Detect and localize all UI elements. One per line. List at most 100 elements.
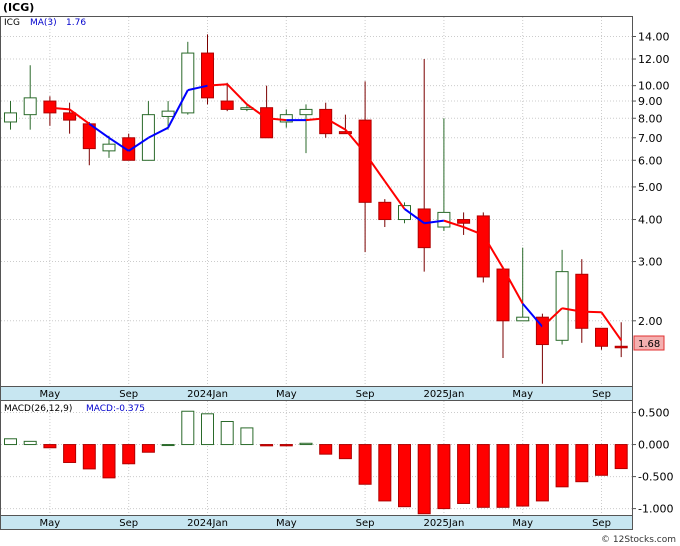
price-xtick-label: 2024Jan (187, 389, 228, 400)
macd-bar (161, 444, 175, 447)
candle-body (43, 100, 57, 114)
price-ytick-label: 8.00 (638, 112, 663, 125)
candle-body (575, 273, 589, 329)
price-xtick-label: May (276, 389, 297, 400)
price-ytick-label: 7.00 (638, 132, 663, 145)
macd-bar (614, 444, 628, 470)
macd-xtick-label: Sep (119, 518, 138, 529)
macd-bar (4, 438, 17, 446)
last-price-label: 1.68 (638, 339, 660, 350)
macd-xaxis-bar (0, 515, 633, 530)
price-xtick-label: May (512, 389, 533, 400)
macd-xtick-label: 2025Jan (423, 518, 464, 529)
candle-body (4, 112, 17, 123)
price-ytick-label: 6.00 (638, 154, 663, 167)
macd-bar (535, 444, 549, 502)
candle-body (181, 52, 195, 114)
macd-label: MACD(26,12,9) (4, 404, 72, 414)
price-ytick-label: 14.00 (638, 31, 670, 44)
macd-xtick-label: 2024Jan (187, 518, 228, 529)
macd-bar (63, 444, 77, 463)
macd-bar (496, 444, 510, 508)
macd-bar (299, 442, 313, 446)
macd-bar (181, 410, 195, 446)
price-ytick-label: 10.00 (638, 80, 670, 93)
price-xtick-label: Sep (119, 389, 138, 400)
macd-ytick-label: -0.500 (638, 471, 673, 484)
macd-bar (437, 444, 451, 510)
macd-bar (82, 444, 96, 470)
price-xaxis-bar (0, 386, 633, 401)
ma-label: MA(3) (30, 18, 57, 28)
macd-ytick-label: 0.000 (638, 439, 670, 452)
candle-body (63, 112, 77, 121)
macd-xtick-label: Sep (356, 518, 375, 529)
price-ytick-label: 3.00 (638, 256, 663, 269)
price-xtick-label: 2025Jan (423, 389, 464, 400)
candle-body (102, 143, 116, 152)
candle-body (417, 208, 431, 249)
candle-body (299, 108, 313, 116)
candle-body (220, 100, 234, 110)
macd-bar (122, 444, 136, 465)
macd-bar (23, 440, 37, 446)
macd-value-label: MACD:-0.375 (86, 404, 145, 414)
price-ytick-label: 5.00 (638, 181, 663, 194)
macd-bar (358, 444, 372, 485)
candle (181, 41, 195, 115)
candle (476, 212, 490, 283)
candle-body (555, 271, 569, 341)
macd-bar (319, 444, 333, 455)
price-ytick-label: 2.00 (638, 315, 663, 328)
macd-bar (260, 444, 274, 447)
candle-body (614, 345, 628, 349)
ticker-label: ICG (4, 18, 20, 28)
watermark: © 12Stocks.com (601, 535, 676, 545)
macd-ytick-label: -1.000 (638, 503, 673, 516)
macd-bar (378, 444, 392, 502)
price-ytick-label: 12.00 (638, 53, 670, 66)
macd-bar (516, 444, 530, 507)
ma3-segment (581, 310, 602, 314)
macd-bar (240, 427, 254, 446)
macd-bar (220, 420, 234, 446)
macd-xtick-label: May (276, 518, 297, 529)
price-ytick-label: 9.00 (638, 95, 663, 108)
macd-xtick-label: May (40, 518, 61, 529)
candle-body (437, 211, 451, 228)
price-xtick-label: Sep (356, 389, 375, 400)
macd-bar (279, 444, 293, 447)
candle-body (161, 110, 175, 117)
macd-bar (43, 444, 57, 449)
candle-body (23, 97, 37, 116)
candle-body (378, 201, 392, 221)
price-xtick-label: May (40, 389, 61, 400)
macd-bar (476, 444, 490, 508)
candle-body (476, 215, 490, 278)
macd-bar (398, 444, 411, 508)
macd-bar (595, 444, 608, 476)
macd-bar (338, 444, 352, 460)
candle-body (358, 119, 372, 203)
macd-bar (102, 444, 116, 479)
candle-body (260, 107, 274, 139)
macd-bar (575, 444, 589, 483)
macd-bar (555, 444, 569, 488)
macd-bar (141, 444, 155, 453)
macd-xtick-label: May (512, 518, 533, 529)
candle-body (201, 52, 214, 99)
price-xtick-label: Sep (592, 389, 611, 400)
ma-value-label: 1.76 (66, 18, 86, 28)
candle-body (595, 327, 608, 347)
candle-body (516, 316, 530, 322)
macd-bar (457, 444, 471, 504)
macd-bar (201, 413, 214, 446)
chart-title: (ICG) (3, 1, 34, 14)
candle (595, 327, 608, 350)
stock-chart: 14.00 12.00 10.00 9.00 8.00 7.00 6.00 5.00 4.00 3… (0, 0, 680, 546)
macd-xtick-label: Sep (592, 518, 611, 529)
macd-ytick-label: 0.500 (638, 407, 670, 420)
macd-bar (417, 444, 431, 515)
candle-body (457, 219, 471, 224)
price-ytick-label: 4.00 (638, 214, 663, 227)
